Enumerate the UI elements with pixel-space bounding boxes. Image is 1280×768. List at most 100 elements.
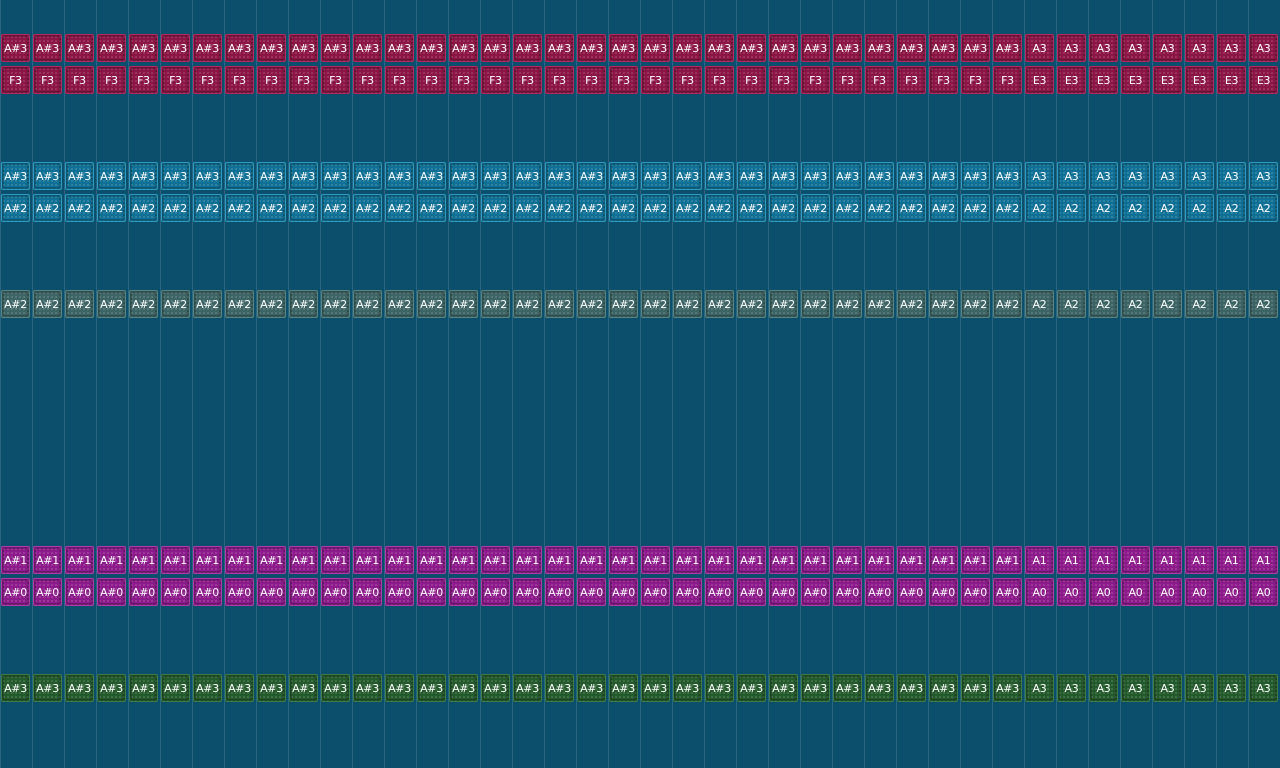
note-block[interactable]: A#3	[161, 34, 190, 62]
note-block[interactable]: A#3	[737, 34, 766, 62]
note-block[interactable]: A#3	[609, 674, 638, 702]
note-block[interactable]: A#0	[673, 578, 702, 606]
note-block[interactable]: A2	[1121, 194, 1150, 222]
note-block[interactable]: A#3	[449, 162, 478, 190]
note-block[interactable]: A#0	[833, 578, 862, 606]
note-block[interactable]: F3	[641, 66, 670, 94]
note-block[interactable]: A3	[1025, 34, 1054, 62]
note-block[interactable]: F3	[385, 66, 414, 94]
note-block[interactable]: A#3	[929, 674, 958, 702]
note-block[interactable]: A0	[1121, 578, 1150, 606]
note-block[interactable]: A3	[1153, 674, 1182, 702]
note-block[interactable]: A3	[1153, 162, 1182, 190]
note-block[interactable]: A#2	[609, 290, 638, 318]
note-block[interactable]: A#0	[577, 578, 606, 606]
note-block[interactable]: A#2	[321, 290, 350, 318]
note-block[interactable]: A#3	[897, 674, 926, 702]
note-block[interactable]: A3	[1025, 674, 1054, 702]
note-block[interactable]: A2	[1025, 194, 1054, 222]
note-block[interactable]: F3	[449, 66, 478, 94]
note-block[interactable]: A#3	[737, 162, 766, 190]
note-block[interactable]: F3	[161, 66, 190, 94]
note-block[interactable]: A#2	[97, 194, 126, 222]
note-block[interactable]: F3	[961, 66, 990, 94]
note-block[interactable]: A#2	[225, 290, 254, 318]
note-block[interactable]: A1	[1057, 546, 1086, 574]
note-block[interactable]: A#1	[417, 546, 446, 574]
note-block[interactable]: A0	[1089, 578, 1118, 606]
note-block[interactable]: A#2	[353, 290, 382, 318]
note-block[interactable]: A#3	[193, 34, 222, 62]
note-block[interactable]: A#1	[65, 546, 94, 574]
note-block[interactable]: A#3	[481, 674, 510, 702]
note-block[interactable]: A#1	[833, 546, 862, 574]
note-block[interactable]: A#3	[193, 674, 222, 702]
note-block[interactable]: F3	[129, 66, 158, 94]
note-block[interactable]: A#3	[897, 162, 926, 190]
note-block[interactable]: A3	[1217, 34, 1246, 62]
note-block[interactable]: A#3	[673, 34, 702, 62]
note-block[interactable]: F3	[193, 66, 222, 94]
note-block[interactable]: A#2	[129, 194, 158, 222]
note-block[interactable]: A#3	[833, 674, 862, 702]
note-block[interactable]: A1	[1249, 546, 1278, 574]
note-block[interactable]: A#3	[385, 34, 414, 62]
note-block[interactable]: A#3	[769, 34, 798, 62]
note-block[interactable]: A#2	[929, 194, 958, 222]
note-block[interactable]: A#2	[417, 194, 446, 222]
note-block[interactable]: A#3	[993, 34, 1022, 62]
note-block[interactable]: A#2	[193, 290, 222, 318]
note-block[interactable]: A#1	[513, 546, 542, 574]
note-block[interactable]: A#3	[449, 674, 478, 702]
note-block[interactable]: A#3	[449, 34, 478, 62]
note-block[interactable]: A#2	[897, 290, 926, 318]
note-block[interactable]: A#0	[769, 578, 798, 606]
note-block[interactable]: A3	[1121, 162, 1150, 190]
note-block[interactable]: A#3	[993, 674, 1022, 702]
note-block[interactable]: F3	[801, 66, 830, 94]
note-block[interactable]: A#2	[897, 194, 926, 222]
note-block[interactable]: A#3	[193, 162, 222, 190]
note-block[interactable]: A#3	[321, 34, 350, 62]
note-block[interactable]: A#3	[161, 162, 190, 190]
note-block[interactable]: A#0	[353, 578, 382, 606]
note-block[interactable]: A2	[1249, 290, 1278, 318]
note-block[interactable]: A#1	[545, 546, 574, 574]
note-block[interactable]: A#1	[1, 546, 30, 574]
note-block[interactable]: A#2	[385, 194, 414, 222]
note-block[interactable]: A1	[1153, 546, 1182, 574]
note-block[interactable]: A2	[1089, 194, 1118, 222]
note-block[interactable]: A#0	[641, 578, 670, 606]
note-block[interactable]: A#3	[961, 674, 990, 702]
note-block[interactable]: A#2	[737, 290, 766, 318]
note-block[interactable]: A#2	[673, 290, 702, 318]
note-block[interactable]: E3	[1121, 66, 1150, 94]
note-block[interactable]: F3	[769, 66, 798, 94]
note-block[interactable]: A#0	[289, 578, 318, 606]
note-block[interactable]: A#2	[449, 290, 478, 318]
note-block[interactable]: A2	[1025, 290, 1054, 318]
note-block[interactable]: A#2	[801, 290, 830, 318]
note-block[interactable]: A2	[1153, 194, 1182, 222]
note-block[interactable]: A#3	[705, 34, 734, 62]
note-block[interactable]: A#2	[513, 194, 542, 222]
note-block[interactable]: A#3	[33, 34, 62, 62]
note-block[interactable]: A#3	[961, 34, 990, 62]
note-block[interactable]: A#1	[385, 546, 414, 574]
note-block[interactable]: A#0	[705, 578, 734, 606]
note-block[interactable]: F3	[97, 66, 126, 94]
note-block[interactable]: A#3	[65, 674, 94, 702]
note-block[interactable]: A#2	[577, 290, 606, 318]
note-block[interactable]: A#1	[257, 546, 286, 574]
note-block[interactable]: F3	[545, 66, 574, 94]
note-block[interactable]: A#2	[961, 290, 990, 318]
note-block[interactable]: A#3	[289, 674, 318, 702]
note-block[interactable]: F3	[225, 66, 254, 94]
note-block[interactable]: A#3	[833, 162, 862, 190]
note-block[interactable]: A#3	[481, 162, 510, 190]
note-block[interactable]: A#0	[993, 578, 1022, 606]
note-block[interactable]: A3	[1057, 674, 1086, 702]
note-block[interactable]: A#3	[801, 674, 830, 702]
note-block[interactable]: A#2	[641, 194, 670, 222]
note-block[interactable]: A3	[1249, 674, 1278, 702]
